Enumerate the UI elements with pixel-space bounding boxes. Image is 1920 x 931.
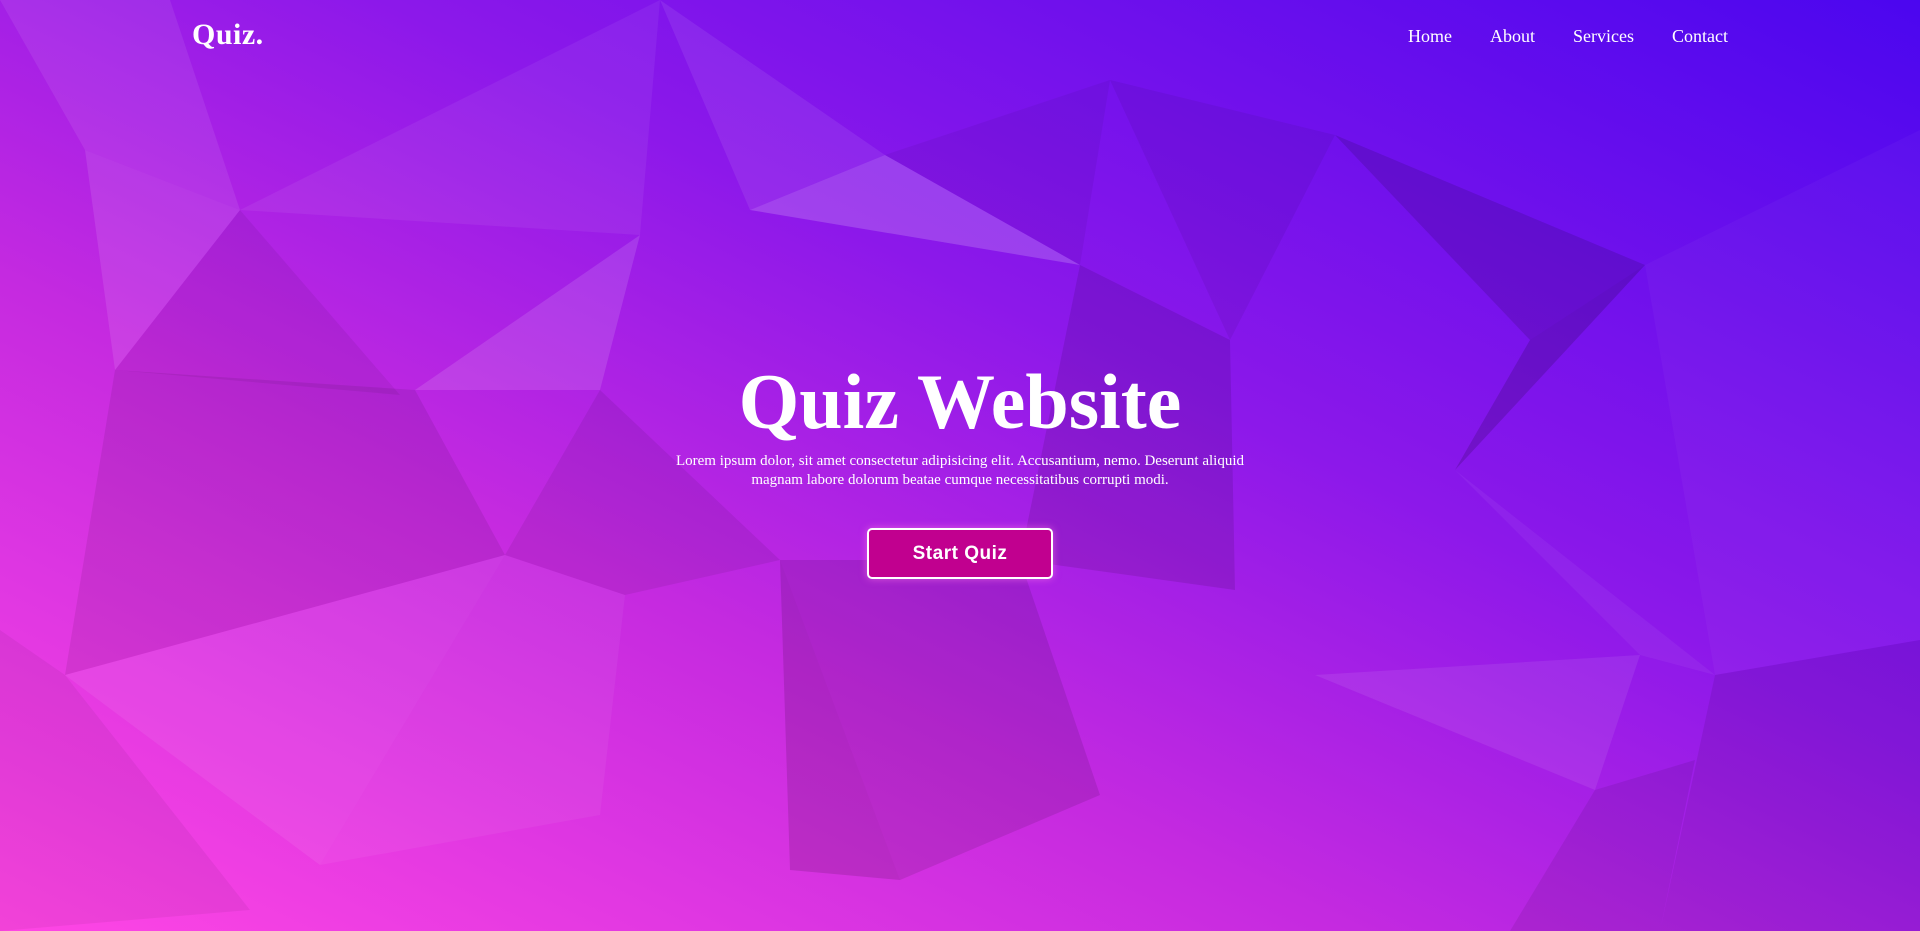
start-quiz-button[interactable]: Start Quiz	[867, 528, 1053, 579]
main-nav: Home About Services Contact	[1408, 26, 1728, 47]
hero-section: Quiz Website Lorem ipsum dolor, sit amet…	[0, 362, 1920, 579]
site-header: Quiz. Home About Services Contact	[0, 0, 1920, 80]
hero-title: Quiz Website	[738, 358, 1182, 445]
site-logo[interactable]: Quiz.	[192, 18, 264, 52]
nav-contact-link[interactable]: Contact	[1672, 26, 1728, 47]
hero-description: Lorem ipsum dolor, sit amet consectetur …	[675, 453, 1245, 488]
nav-services-link[interactable]: Services	[1573, 26, 1634, 47]
nav-home-link[interactable]: Home	[1408, 26, 1452, 47]
nav-about-link[interactable]: About	[1490, 26, 1535, 47]
